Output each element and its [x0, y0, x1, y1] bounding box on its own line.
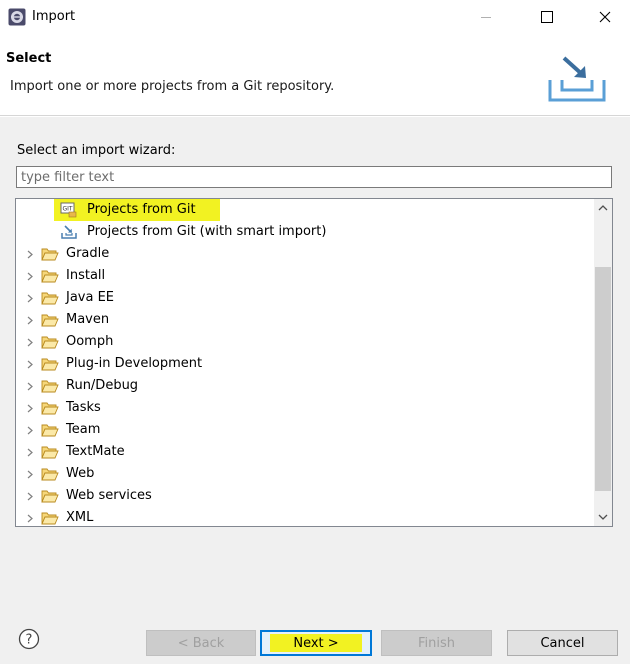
tree-item-label: Run/Debug: [66, 378, 139, 393]
tree-item-label: TextMate: [66, 444, 125, 459]
page-title: Select: [6, 51, 52, 66]
tree-item-xml[interactable]: XML: [16, 507, 593, 526]
chevron-right-icon[interactable]: [25, 445, 35, 459]
next-button-label: Next >: [293, 635, 339, 651]
tree-rows: GIT Projects from Git Projects from Git …: [16, 199, 593, 526]
folder-icon: [41, 468, 59, 481]
chevron-down-icon: [598, 514, 608, 520]
folder-icon: [41, 314, 59, 327]
tree-item-label: Java EE: [66, 290, 115, 305]
import-wizard-label: Select an import wizard:: [17, 143, 176, 158]
tree-item-maven[interactable]: Maven: [16, 309, 593, 331]
smart-import-icon: [61, 225, 77, 239]
tree-item-team[interactable]: Team: [16, 419, 593, 441]
chevron-right-icon[interactable]: [25, 313, 35, 327]
tree-item-projects-from-git-smart-import[interactable]: Projects from Git (with smart import): [16, 221, 593, 243]
folder-icon: [41, 358, 59, 371]
tree-item-label: Maven: [66, 312, 110, 327]
tree-item-label: Install: [66, 268, 106, 283]
chevron-right-icon[interactable]: [25, 379, 35, 393]
maximize-icon: [540, 11, 553, 23]
svg-text:?: ?: [26, 633, 33, 648]
minimize-icon: [480, 17, 491, 18]
help-icon[interactable]: ?: [18, 628, 40, 650]
folder-icon: [41, 248, 59, 261]
svg-text:GIT: GIT: [63, 206, 73, 213]
tree-item-label: Oomph: [66, 334, 114, 349]
import-banner-icon: [548, 56, 606, 102]
folder-icon: [41, 446, 59, 459]
tree-item-label: Tasks: [66, 400, 101, 415]
filter-input[interactable]: [16, 166, 612, 188]
back-button[interactable]: < Back: [146, 630, 256, 656]
tree-item-gradle[interactable]: Gradle: [16, 243, 593, 265]
finish-button-label: Finish: [417, 635, 455, 651]
chevron-right-icon[interactable]: [25, 489, 35, 503]
wizard-tree: GIT Projects from Git Projects from Git …: [15, 198, 613, 527]
window-title: Import: [32, 9, 76, 24]
cancel-button-label: Cancel: [540, 635, 585, 651]
wizard-footer: ? < Back Next > Finish Cancel: [0, 614, 630, 664]
tree-item-plug-in-development[interactable]: Plug-in Development: [16, 353, 593, 375]
tree-item-label: Plug-in Development: [66, 356, 203, 371]
tree-scrollbar[interactable]: [594, 199, 612, 526]
chevron-up-icon: [598, 205, 608, 211]
folder-icon: [41, 380, 59, 393]
folder-icon: [41, 490, 59, 503]
tree-item-tasks[interactable]: Tasks: [16, 397, 593, 419]
tree-item-label: Web services: [66, 488, 152, 503]
page-description: Import one or more projects from a Git r…: [10, 79, 335, 94]
tree-item-label: Web: [66, 466, 95, 481]
tree-item-oomph[interactable]: Oomph: [16, 331, 593, 353]
tree-item-textmate[interactable]: TextMate: [16, 441, 593, 463]
chevron-right-icon[interactable]: [25, 511, 35, 525]
chevron-right-icon[interactable]: [25, 423, 35, 437]
tree-item-java-ee[interactable]: Java EE: [16, 287, 593, 309]
tree-item-projects-from-git[interactable]: GIT Projects from Git: [16, 199, 593, 221]
minimize-button[interactable]: [463, 0, 508, 34]
chevron-right-icon[interactable]: [25, 247, 35, 261]
tree-item-label: Projects from Git (with smart import): [87, 224, 327, 239]
chevron-right-icon[interactable]: [25, 467, 35, 481]
scroll-up-button[interactable]: [594, 199, 612, 217]
tree-item-label: Projects from Git: [87, 202, 196, 217]
git-icon: GIT: [60, 202, 77, 218]
tree-item-web-services[interactable]: Web services: [16, 485, 593, 507]
folder-icon: [41, 292, 59, 305]
chevron-right-icon[interactable]: [25, 357, 35, 371]
wizard-body: Select an import wizard: GIT Projects fr…: [0, 117, 630, 614]
scroll-down-button[interactable]: [594, 508, 612, 526]
chevron-right-icon[interactable]: [25, 291, 35, 305]
wizard-header: Select Import one or more projects from …: [0, 36, 630, 116]
maximize-button[interactable]: [524, 0, 569, 34]
close-icon: [599, 11, 610, 23]
folder-icon: [41, 424, 59, 437]
tree-item-label: Team: [66, 422, 101, 437]
back-button-label: < Back: [177, 635, 225, 651]
scroll-thumb[interactable]: [595, 267, 611, 491]
tree-item-install[interactable]: Install: [16, 265, 593, 287]
tree-item-run-debug[interactable]: Run/Debug: [16, 375, 593, 397]
folder-icon: [41, 336, 59, 349]
eclipse-icon: [8, 8, 26, 26]
tree-item-web[interactable]: Web: [16, 463, 593, 485]
folder-icon: [41, 512, 59, 525]
chevron-right-icon[interactable]: [25, 269, 35, 283]
tree-item-label: Gradle: [66, 246, 110, 261]
title-bar: Import: [0, 0, 630, 36]
cancel-button[interactable]: Cancel: [507, 630, 618, 656]
next-button[interactable]: Next >: [260, 630, 372, 656]
folder-icon: [41, 270, 59, 283]
tree-item-label: XML: [66, 510, 94, 525]
close-button[interactable]: [582, 0, 627, 34]
finish-button[interactable]: Finish: [381, 630, 492, 656]
chevron-right-icon[interactable]: [25, 401, 35, 415]
folder-icon: [41, 402, 59, 415]
chevron-right-icon[interactable]: [25, 335, 35, 349]
